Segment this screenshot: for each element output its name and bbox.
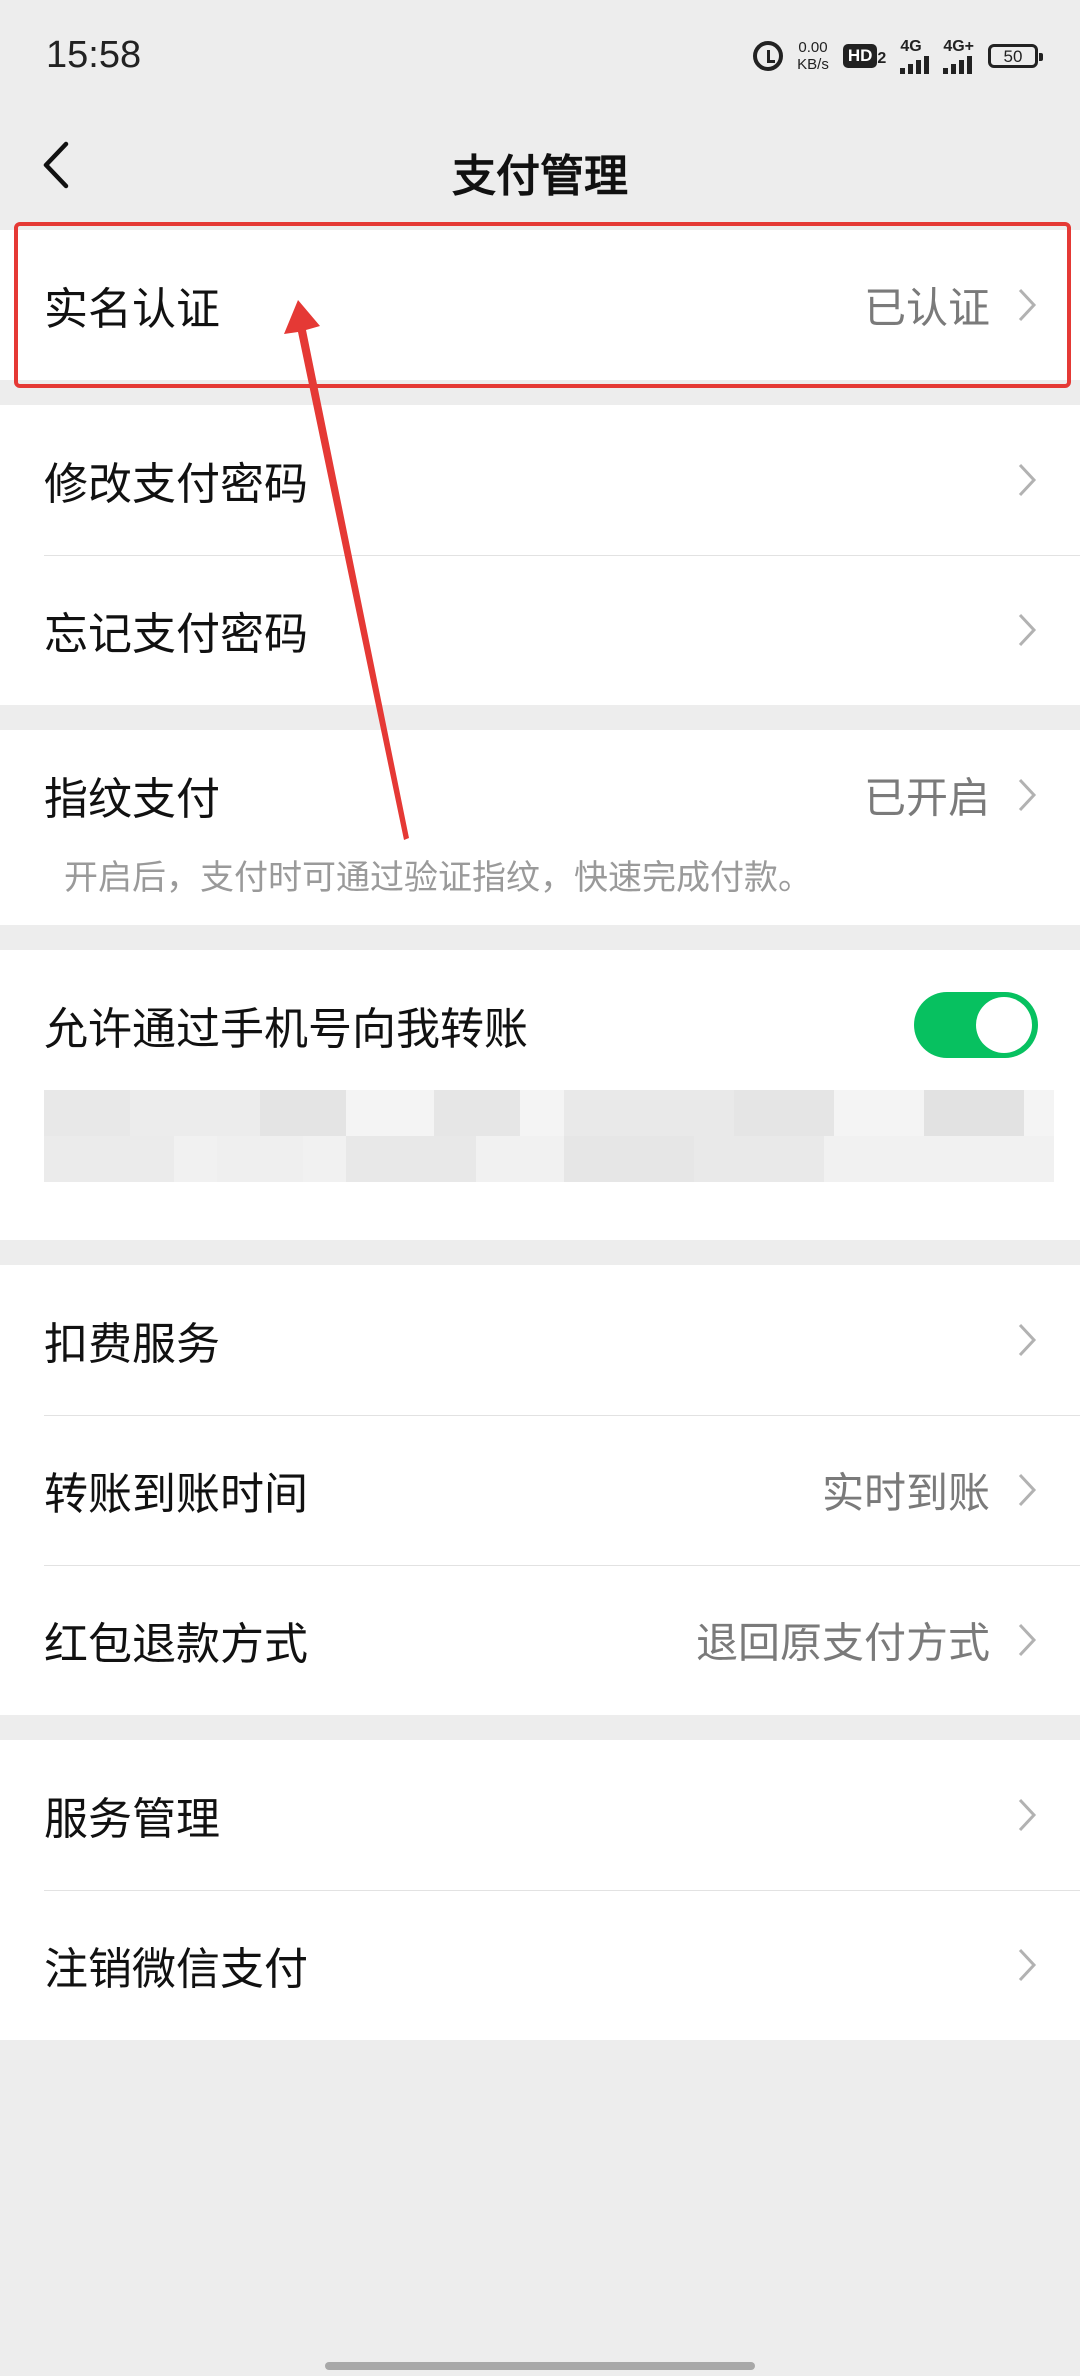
transfer-time-label: 转账到账时间	[44, 1469, 308, 1520]
cancel-wechat-pay-item[interactable]: 注销微信支付	[0, 1890, 1080, 2040]
chevron-right-icon	[1018, 1948, 1037, 1982]
hd-volte-icon: HD 2	[842, 44, 886, 68]
fingerprint-pay-status: 已开启	[863, 773, 990, 823]
fingerprint-pay-label: 指纹支付	[44, 774, 220, 825]
chevron-right-icon	[1018, 288, 1037, 322]
page-title: 支付管理	[452, 151, 628, 202]
redpacket-refund-item[interactable]: 红包退款方式 退回原支付方式	[0, 1565, 1080, 1715]
real-name-auth-label: 实名认证	[44, 284, 220, 335]
status-bar: 15:58 0.00 KB/s HD 2 4G 4G+ 50	[0, 0, 1080, 110]
group-fingerprint: 指纹支付 已开启 开启后，支付时可通过验证指纹，快速完成付款。	[0, 730, 1080, 925]
service-management-item[interactable]: 服务管理	[0, 1740, 1080, 1890]
group-password: 修改支付密码 忘记支付密码	[0, 405, 1080, 705]
network-speed: 0.00 KB/s	[797, 39, 829, 73]
chevron-right-icon	[1018, 613, 1037, 647]
fingerprint-pay-description: 开启后，支付时可通过验证指纹，快速完成付款。	[64, 858, 812, 898]
phone-transfer-toggle[interactable]	[914, 992, 1038, 1058]
service-management-label: 服务管理	[44, 1794, 220, 1845]
deduction-service-item[interactable]: 扣费服务	[0, 1265, 1080, 1415]
transfer-time-value: 实时到账	[821, 1468, 990, 1518]
redpacket-refund-label: 红包退款方式	[44, 1619, 308, 1670]
status-icons: 0.00 KB/s HD 2 4G 4G+ 50	[753, 34, 1043, 78]
forgot-password-label: 忘记支付密码	[44, 609, 308, 660]
chevron-right-icon	[1018, 1798, 1037, 1832]
change-password-item[interactable]: 修改支付密码	[0, 405, 1080, 555]
fingerprint-pay-item[interactable]: 指纹支付 已开启	[0, 730, 1080, 860]
home-indicator[interactable]	[325, 2362, 755, 2370]
real-name-auth-item[interactable]: 实名认证 已认证	[0, 230, 1080, 380]
chevron-right-icon	[1018, 1473, 1037, 1507]
chevron-right-icon	[1018, 778, 1037, 812]
chevron-right-icon	[1018, 463, 1037, 497]
group-phone-transfer: 允许通过手机号向我转账	[0, 950, 1080, 1240]
chevron-right-icon	[1018, 1323, 1037, 1357]
transfer-time-item[interactable]: 转账到账时间 实时到账	[0, 1415, 1080, 1565]
group-identity: 实名认证 已认证	[0, 230, 1080, 380]
nav-bar: 支付管理	[0, 110, 1080, 220]
forgot-password-item[interactable]: 忘记支付密码	[0, 555, 1080, 705]
signal-sim2-icon: 4G+	[943, 38, 974, 74]
deduction-service-label: 扣费服务	[44, 1319, 220, 1370]
battery-icon: 50	[988, 44, 1043, 68]
change-password-label: 修改支付密码	[44, 459, 308, 510]
signal-sim1-icon: 4G	[900, 38, 930, 74]
group-payment-services: 扣费服务 转账到账时间 实时到账 红包退款方式 退回原支付方式	[0, 1265, 1080, 1715]
status-time: 15:58	[46, 34, 142, 76]
alarm-icon	[753, 41, 784, 71]
cancel-wechat-pay-label: 注销微信支付	[44, 1944, 308, 1995]
real-name-auth-status: 已认证	[863, 283, 990, 333]
toggle-knob	[976, 997, 1032, 1053]
obscured-phone-info	[44, 1090, 1054, 1200]
phone-transfer-label: 允许通过手机号向我转账	[44, 1004, 528, 1055]
chevron-right-icon	[1018, 1623, 1037, 1657]
group-management: 服务管理 注销微信支付	[0, 1740, 1080, 2040]
redpacket-refund-value: 退回原支付方式	[695, 1618, 990, 1668]
